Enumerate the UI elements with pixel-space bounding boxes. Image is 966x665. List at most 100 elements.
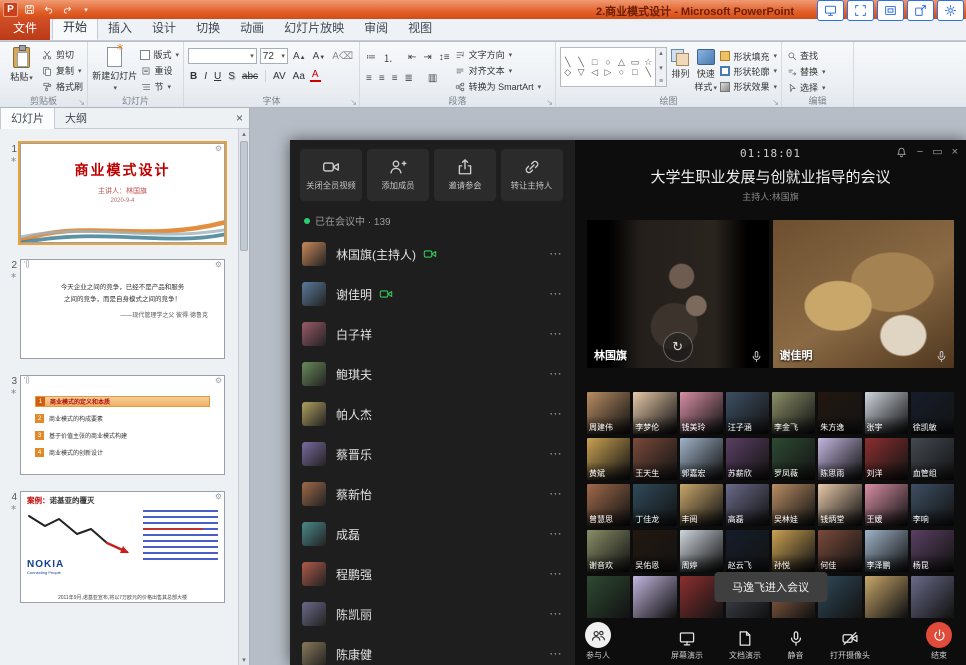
screen-share-button[interactable]: 屏幕演示 bbox=[671, 630, 703, 661]
slide-1-preview[interactable]: ⚙ 商业模式设计 主讲人：林国旗 2020-9-4 bbox=[20, 143, 225, 243]
video-tile[interactable]: 孙悦 bbox=[772, 530, 815, 572]
line-spacing-button[interactable]: ↕≡ bbox=[437, 52, 452, 63]
video-tile[interactable]: 吴林娃 bbox=[772, 484, 815, 526]
video-tile[interactable] bbox=[911, 576, 954, 618]
tab-file[interactable]: 文件 bbox=[0, 16, 50, 40]
monitor-icon[interactable] bbox=[817, 0, 844, 21]
participant-row[interactable]: 程鹏强⋯ bbox=[290, 554, 575, 594]
tile-control-icon[interactable]: ↻ bbox=[663, 332, 693, 362]
font-style-button-0[interactable]: B bbox=[188, 71, 199, 82]
fullscreen-icon[interactable] bbox=[847, 0, 874, 21]
video-tile[interactable]: 钱美玲 bbox=[680, 392, 723, 434]
tab-设计[interactable]: 设计 bbox=[142, 16, 186, 40]
settings-icon[interactable] bbox=[937, 0, 964, 21]
video-tile[interactable]: 王媛 bbox=[865, 484, 908, 526]
text-direction-button[interactable]: 文字方向▾ bbox=[455, 47, 542, 62]
mute-button[interactable]: 静音 bbox=[787, 630, 804, 661]
participant-row[interactable]: 帕人杰⋯ bbox=[290, 394, 575, 434]
close-icon[interactable]: × bbox=[952, 146, 958, 158]
select-button[interactable]: 选择▾ bbox=[786, 80, 849, 95]
more-options-icon[interactable]: ⋯ bbox=[549, 646, 563, 662]
camera-button[interactable]: 打开摄像头 bbox=[830, 630, 870, 661]
qat-dropdown-icon[interactable]: ▾ bbox=[78, 2, 94, 17]
video-tile[interactable]: 黄斌 bbox=[587, 438, 630, 480]
font-style-button-3[interactable]: S bbox=[226, 71, 237, 82]
participant-row[interactable]: 白子祥⋯ bbox=[290, 314, 575, 354]
minimize-icon[interactable]: − bbox=[917, 146, 923, 158]
redo-icon[interactable] bbox=[59, 2, 75, 17]
font-style-button-2[interactable]: U bbox=[212, 71, 223, 82]
tab-幻灯片放映[interactable]: 幻灯片放映 bbox=[274, 16, 354, 40]
tab-outline[interactable]: 大纲 bbox=[55, 108, 97, 129]
more-options-icon[interactable]: ⋯ bbox=[549, 566, 563, 582]
slide-thumbnail-3[interactable]: 3∗ '|] ⚙ 1商业模式的定义和本质2商业模式的构成要素3基于价值主张的商业… bbox=[2, 375, 235, 475]
shape-outline-button[interactable]: 形状轮廓▾ bbox=[720, 64, 777, 78]
copy-button[interactable]: 复制▾ bbox=[42, 63, 83, 78]
align-left-button[interactable]: ≡ bbox=[364, 73, 374, 84]
video-tile[interactable]: 周婷 bbox=[680, 530, 723, 572]
font-style-button-5[interactable]: AV bbox=[271, 71, 288, 82]
video-tile[interactable]: 杨昆 bbox=[911, 530, 954, 572]
tab-视图[interactable]: 视图 bbox=[398, 16, 442, 40]
video-tile[interactable]: 赵云飞 bbox=[726, 530, 769, 572]
participant-row[interactable]: 蔡晋乐⋯ bbox=[290, 434, 575, 474]
shapes-scroll[interactable]: ▴▾≡ bbox=[656, 47, 667, 87]
video-tile[interactable]: 丁佳龙 bbox=[633, 484, 676, 526]
tab-切换[interactable]: 切换 bbox=[186, 16, 230, 40]
video-tile[interactable]: 朱方逸 bbox=[818, 392, 861, 434]
font-style-button-6[interactable]: Aa bbox=[291, 71, 307, 82]
slide-thumbnail-1[interactable]: 1∗ ⚙ 商业模式设计 主讲人：林国旗 2020-9-4 bbox=[2, 143, 235, 243]
video-tile[interactable]: 丰阅 bbox=[680, 484, 723, 526]
clear-formatting-button[interactable]: A⌫ bbox=[330, 51, 355, 62]
tab-插入[interactable]: 插入 bbox=[98, 16, 142, 40]
font-size-select[interactable]: 72▾ bbox=[260, 48, 288, 64]
close-pane-icon[interactable]: × bbox=[236, 111, 243, 125]
video-tile[interactable]: 张宇 bbox=[865, 392, 908, 434]
participant-row[interactable]: 成磊⋯ bbox=[290, 514, 575, 554]
quick-styles-button[interactable]: 快速样式▾ bbox=[694, 47, 718, 94]
cut-button[interactable]: 剪切 bbox=[42, 47, 83, 62]
video-tile[interactable]: 高磊 bbox=[726, 484, 769, 526]
arrange-button[interactable]: 排列 bbox=[670, 47, 691, 94]
find-button[interactable]: 查找 bbox=[786, 48, 849, 63]
video-tile[interactable] bbox=[633, 576, 676, 618]
grow-font-button[interactable]: A▲ bbox=[291, 51, 308, 62]
maximize-icon[interactable]: ▭ bbox=[932, 145, 942, 158]
more-options-icon[interactable]: ⋯ bbox=[549, 486, 563, 502]
align-right-button[interactable]: ≡ bbox=[390, 73, 400, 84]
more-options-icon[interactable]: ⋯ bbox=[549, 446, 563, 462]
decrease-indent-button[interactable]: ⇤ bbox=[406, 52, 418, 63]
tab-审阅[interactable]: 审阅 bbox=[354, 16, 398, 40]
video-tile[interactable]: 何佳 bbox=[818, 530, 861, 572]
font-style-button-1[interactable]: I bbox=[202, 71, 209, 82]
replace-button[interactable]: 替换▾ bbox=[786, 64, 849, 79]
shrink-font-button[interactable]: A▼ bbox=[311, 51, 328, 62]
doc-share-button[interactable]: 文档演示 bbox=[729, 630, 761, 661]
more-options-icon[interactable]: ⋯ bbox=[549, 326, 563, 342]
featured-video-tile[interactable]: ↻ 林国旗 bbox=[587, 220, 769, 368]
video-tile[interactable]: 谢音欢 bbox=[587, 530, 630, 572]
columns-button[interactable]: ▥ bbox=[426, 73, 439, 84]
video-tile[interactable]: 血管组 bbox=[911, 438, 954, 480]
participant-row[interactable]: 陈康健⋯ bbox=[290, 634, 575, 665]
panel-scrollbar[interactable]: ▴ ▾ bbox=[238, 129, 249, 665]
slide-3-preview[interactable]: '|] ⚙ 1商业模式的定义和本质2商业模式的构成要素3基于价值主张的商业模式构… bbox=[20, 375, 225, 475]
shape-fill-button[interactable]: 形状填充▾ bbox=[720, 49, 777, 63]
video-tile[interactable]: 李响 bbox=[911, 484, 954, 526]
video-tile[interactable]: 陈思雨 bbox=[818, 438, 861, 480]
layout-button[interactable]: 版式▾ bbox=[140, 47, 179, 62]
slide-thumbnail-2[interactable]: 2∗ '|] ⚙ 今天企业之间的竞争，已经不是产品和服务 之间的竞争，而是自身模… bbox=[2, 259, 235, 359]
tab-动画[interactable]: 动画 bbox=[230, 16, 274, 40]
more-options-icon[interactable]: ⋯ bbox=[549, 406, 563, 422]
video-tile[interactable]: 王天生 bbox=[633, 438, 676, 480]
justify-button[interactable]: ≣ bbox=[403, 73, 415, 84]
video-tile[interactable] bbox=[865, 576, 908, 618]
save-icon[interactable] bbox=[21, 2, 37, 17]
add-member-button[interactable]: 添加成员 bbox=[367, 149, 429, 201]
video-tile[interactable]: 苏薪欣 bbox=[726, 438, 769, 480]
video-tile[interactable]: 汪子涵 bbox=[726, 392, 769, 434]
video-tile[interactable]: 曾慧思 bbox=[587, 484, 630, 526]
paste-button[interactable]: 粘贴▾ bbox=[4, 45, 39, 94]
slide-2-preview[interactable]: '|] ⚙ 今天企业之间的竞争，已经不是产品和服务 之间的竞争，而是自身模式之间… bbox=[20, 259, 225, 359]
video-tile[interactable]: 钱炳堂 bbox=[818, 484, 861, 526]
